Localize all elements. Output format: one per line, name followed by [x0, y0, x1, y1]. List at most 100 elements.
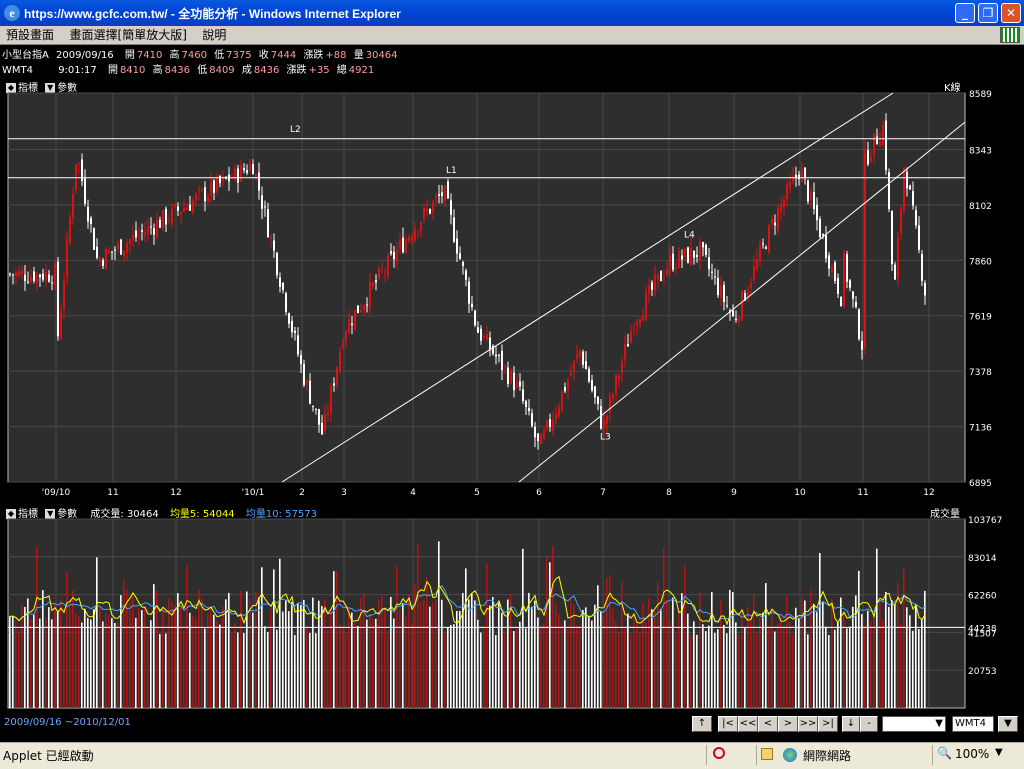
candle-body [594, 386, 596, 398]
candle-body [54, 264, 56, 286]
candle-body [918, 225, 920, 250]
candle-body [699, 241, 701, 261]
nav-fast-forward-button[interactable]: >> [798, 716, 818, 732]
volume-bar [900, 624, 902, 708]
scroll-down-button[interactable]: ▼ [998, 716, 1018, 732]
volume-bar [111, 618, 113, 708]
candle-body [615, 374, 617, 394]
menu-default-layout[interactable]: 預設畫面 [0, 26, 60, 44]
annotation-label: L1 [446, 166, 457, 176]
status-cell [706, 745, 746, 765]
nav-up-button[interactable]: ↑ [692, 716, 712, 732]
window-title-bar: e https://www.gcfc.com.tw/ - 全功能分析 - Win… [0, 0, 1024, 26]
volume-bar [273, 569, 275, 708]
volume-bar [63, 627, 65, 708]
volume-bar [747, 606, 749, 708]
volume-bar [66, 571, 68, 708]
candle-body [15, 272, 17, 277]
candle-body [606, 415, 608, 424]
volume-bar [318, 600, 320, 708]
security-zone[interactable]: 網際網路 [756, 745, 926, 765]
candle-body [459, 253, 461, 259]
nav-minus-button[interactable]: - [860, 716, 878, 732]
nav-first-button[interactable]: |< [718, 716, 738, 732]
candle-body [246, 170, 248, 173]
nav-last-button[interactable]: >| [818, 716, 838, 732]
volume-bar [825, 626, 827, 708]
candle-body [852, 291, 854, 299]
candle-body [507, 367, 509, 384]
volume-bar [27, 598, 29, 708]
volume-bar [450, 624, 452, 708]
volume-bar [816, 610, 818, 708]
volume-y-tick-label: 103767 [968, 516, 1002, 526]
candle-body [345, 331, 347, 341]
candle-body [753, 265, 755, 281]
candle-body [708, 257, 710, 270]
menu-layout-select[interactable]: 畫面選擇[簡單放大版] [64, 26, 193, 44]
minimize-button[interactable]: _ [955, 3, 975, 23]
candle-body [114, 249, 116, 251]
candle-body [891, 210, 893, 265]
candle-body [189, 204, 191, 211]
price-plot-area [7, 92, 966, 483]
candle-body [495, 354, 497, 357]
candle-body [171, 207, 173, 223]
volume-bar [345, 633, 347, 708]
popup-blocker-icon[interactable] [713, 747, 725, 759]
candle-body [348, 319, 350, 333]
candle-body [525, 400, 527, 407]
candle-body [678, 250, 680, 268]
volume-bar [696, 634, 698, 708]
volume-bar [513, 631, 515, 708]
candle-body [429, 209, 431, 214]
candle-body [741, 290, 743, 320]
restore-button[interactable]: ❐ [978, 3, 998, 23]
candle-body [153, 228, 155, 235]
nav-down-button[interactable]: ↓ [842, 716, 860, 732]
candle-body [582, 351, 584, 365]
nav-back-button[interactable]: < [758, 716, 778, 732]
volume-bar [333, 571, 335, 708]
zoom-control[interactable]: 🔍 100% ▼ [932, 745, 1022, 765]
volume-bar [411, 622, 413, 708]
volume-bar [141, 610, 143, 708]
volume-y-tick-label: 20753 [968, 667, 997, 677]
period-select[interactable]: ▼ [882, 716, 946, 732]
candlestick-chart[interactable]: 85898343810278607619737871366895'09/10 11… [0, 90, 1024, 500]
candle-body [726, 305, 728, 307]
candle-body [240, 164, 242, 182]
volume-bar [504, 630, 506, 708]
candle-body [798, 174, 800, 180]
candle-body [162, 210, 164, 228]
symbol-input[interactable]: WMT4 [952, 716, 994, 732]
candle-body [807, 180, 809, 202]
nav-fast-back-button[interactable]: << [738, 716, 758, 732]
volume-bar [384, 608, 386, 708]
candle-body [759, 245, 761, 262]
volume-bar [378, 599, 380, 708]
menu-help[interactable]: 說明 [196, 26, 232, 44]
candle-body [558, 406, 560, 416]
volume-bar [789, 622, 791, 708]
quote-open-label: 開 [124, 50, 135, 61]
price-y-tick-label: 7378 [969, 368, 992, 378]
annotation-label: L4 [684, 230, 695, 240]
volume-bar [213, 614, 215, 708]
volume-chart[interactable]: 1037678301462260442384150720753 [0, 516, 1024, 712]
close-button[interactable]: ✕ [1001, 3, 1021, 23]
volume-bar [399, 609, 401, 708]
candle-body [450, 200, 452, 215]
candle-body [573, 360, 575, 372]
candle-body [777, 208, 779, 230]
volume-bar [252, 612, 254, 708]
price-x-tick-label: 3 [341, 488, 347, 498]
volume-bar [726, 633, 728, 708]
candle-body [237, 168, 239, 183]
volume-bar [717, 629, 719, 708]
nav-forward-button[interactable]: > [778, 716, 798, 732]
chevron-down-icon: ▼ [995, 747, 1003, 758]
volume-bar [456, 610, 458, 708]
candle-body [375, 280, 377, 283]
candle-body [531, 413, 533, 426]
